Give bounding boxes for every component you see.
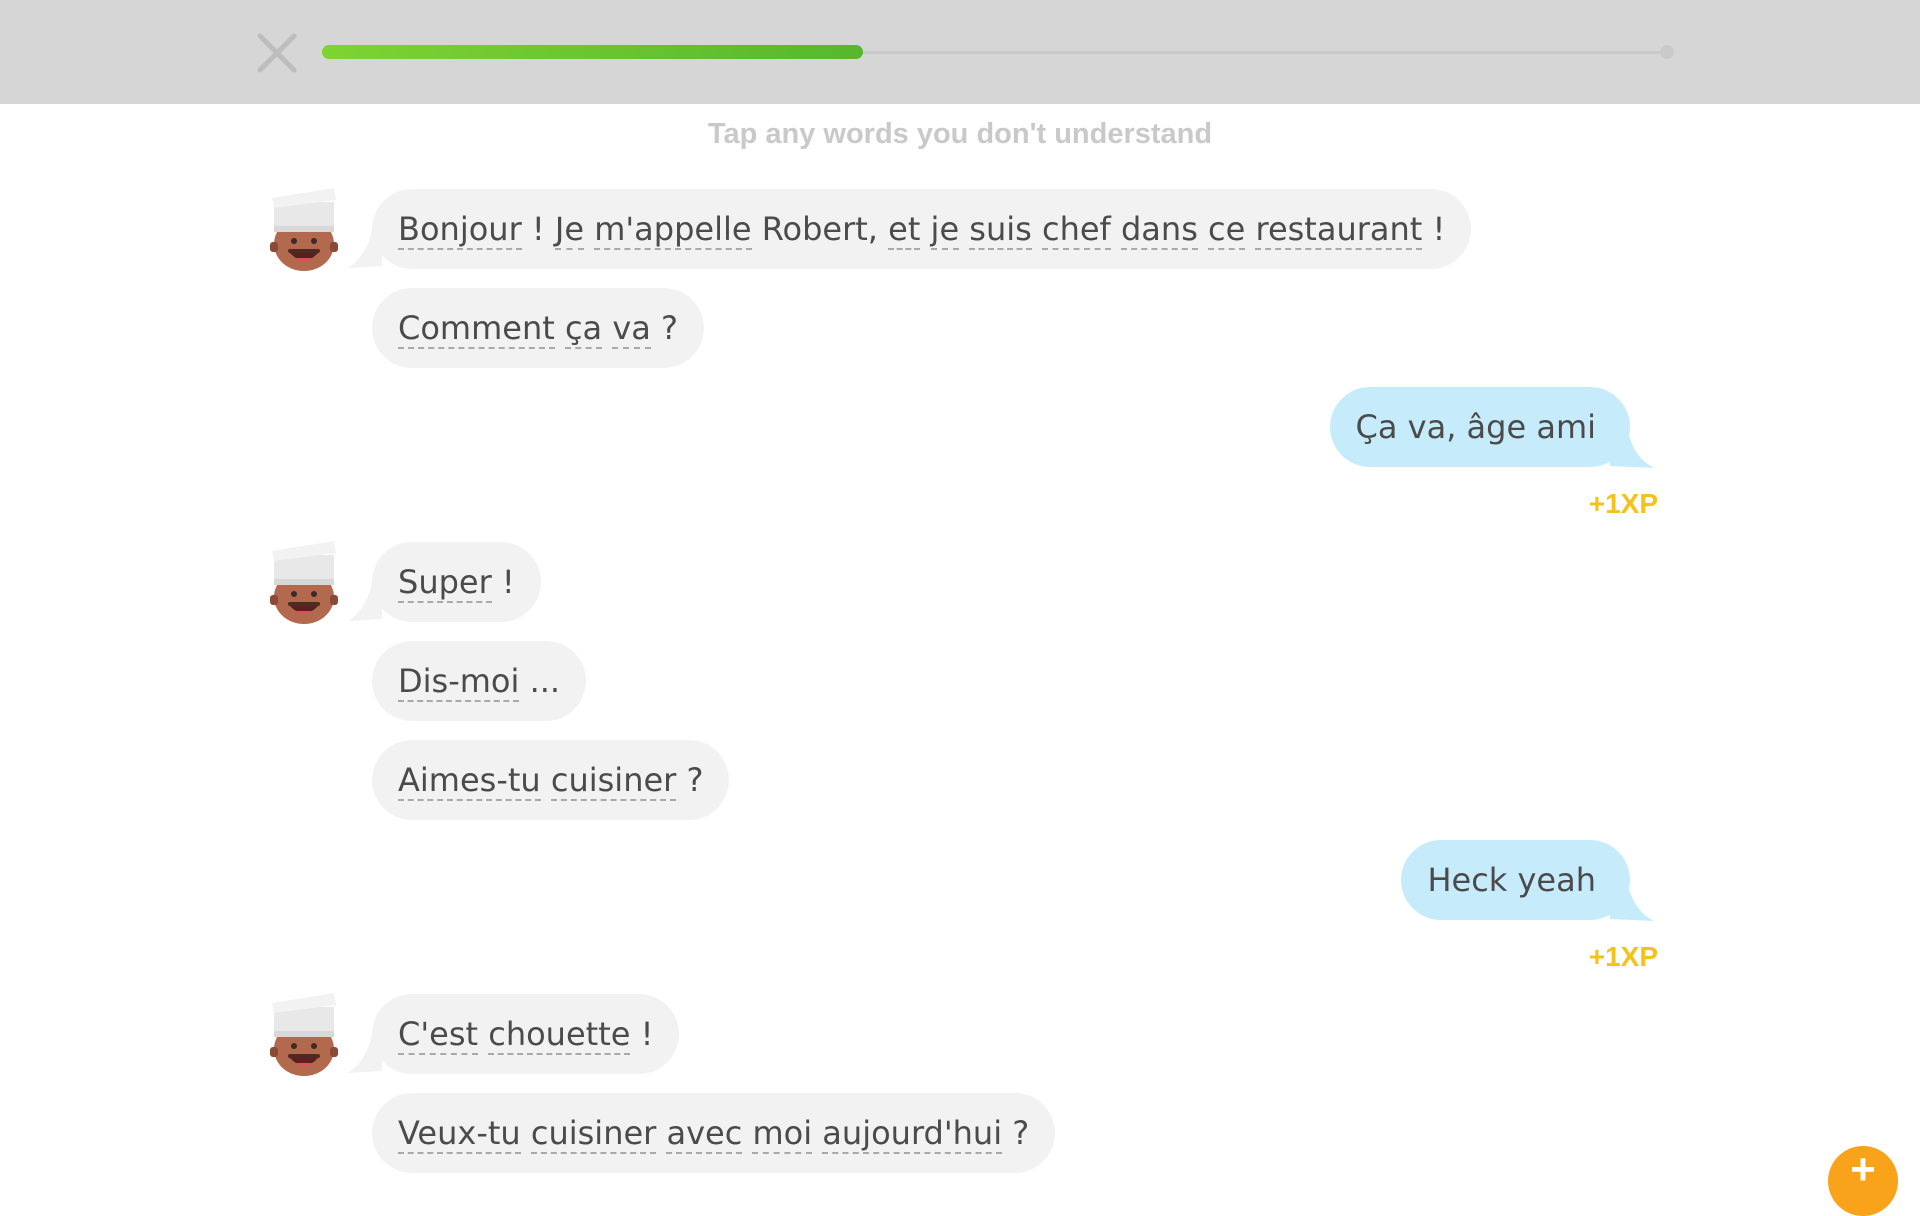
tappable-word[interactable]: va bbox=[612, 309, 651, 349]
tappable-word[interactable]: ça bbox=[564, 309, 603, 349]
word-separator bbox=[742, 1114, 752, 1152]
npc-message: Comment ça va ? bbox=[372, 288, 705, 368]
tappable-word[interactable]: avec bbox=[666, 1114, 743, 1154]
word-separator: ? bbox=[650, 309, 679, 347]
word-separator: ? bbox=[1002, 1114, 1030, 1152]
word-separator bbox=[1198, 210, 1208, 248]
npc-message: Aimes-tu cuisiner ? bbox=[372, 740, 730, 820]
add-button[interactable]: + bbox=[1828, 1146, 1898, 1216]
word-separator: ! bbox=[1422, 210, 1446, 248]
npc-message: Veux-tu cuisiner avec moi aujourd'hui ? bbox=[372, 1093, 1056, 1173]
npc-message: Super ! bbox=[372, 542, 541, 622]
word-separator: ! bbox=[491, 563, 515, 601]
word-separator: ! bbox=[630, 1015, 654, 1053]
reply-bubble-tail bbox=[1610, 873, 1654, 921]
npc-message: C'est chouette ! bbox=[372, 994, 680, 1074]
word-separator bbox=[602, 309, 612, 347]
tappable-word[interactable]: Aimes-tu bbox=[398, 761, 541, 801]
tappable-word[interactable]: Veux-tu bbox=[398, 1114, 521, 1154]
lesson-progress-bar bbox=[322, 45, 1674, 59]
tappable-word[interactable]: dans bbox=[1120, 210, 1198, 250]
tappable-word[interactable]: chef bbox=[1041, 210, 1111, 250]
tappable-word[interactable]: cuisiner bbox=[530, 1114, 657, 1154]
reply-bubble-tail bbox=[1610, 420, 1654, 468]
progress-end-dot bbox=[1660, 45, 1674, 59]
tappable-word[interactable]: moi bbox=[752, 1114, 813, 1154]
word-separator bbox=[656, 1114, 666, 1152]
xp-badge: +1XP bbox=[1588, 488, 1658, 519]
tappable-word[interactable]: et bbox=[888, 210, 921, 250]
tappable-word[interactable]: cuisiner bbox=[550, 761, 677, 801]
chef-robert-icon bbox=[270, 541, 338, 624]
tappable-word[interactable]: Dis-moi bbox=[398, 662, 520, 702]
instruction-hint: Tap any words you don't understand bbox=[707, 118, 1213, 150]
word-separator: ! bbox=[521, 210, 555, 248]
word-separator bbox=[920, 210, 930, 248]
close-button[interactable] bbox=[252, 28, 302, 78]
tappable-word[interactable]: Super bbox=[398, 563, 492, 603]
word-separator bbox=[584, 210, 594, 248]
word-separator bbox=[959, 210, 969, 248]
tappable-word[interactable]: suis bbox=[969, 210, 1032, 250]
tappable-word[interactable]: aujourd'hui bbox=[822, 1114, 1003, 1154]
chef-robert-icon bbox=[270, 188, 338, 271]
chef-robert-icon bbox=[270, 993, 338, 1076]
top-bar bbox=[0, 0, 1920, 104]
progress-fill bbox=[322, 45, 863, 59]
word-separator bbox=[1245, 210, 1255, 248]
chef-avatar bbox=[270, 186, 340, 272]
tappable-word[interactable]: Je bbox=[554, 210, 585, 250]
tappable-word[interactable]: C'est bbox=[398, 1015, 479, 1055]
word-separator: Robert, bbox=[751, 210, 889, 248]
xp-badge: +1XP bbox=[1588, 941, 1658, 972]
word-separator bbox=[521, 1114, 531, 1152]
npc-message: Dis-moi ... bbox=[372, 641, 587, 721]
word-separator bbox=[1111, 210, 1121, 248]
word-separator bbox=[1032, 210, 1042, 248]
chef-avatar bbox=[270, 539, 340, 625]
user-reply-message: Heck yeah bbox=[1401, 840, 1630, 920]
word-separator bbox=[541, 761, 551, 799]
tappable-word[interactable]: je bbox=[930, 210, 960, 250]
tappable-word[interactable]: m'appelle bbox=[594, 210, 752, 250]
word-separator: ? bbox=[676, 761, 704, 799]
user-reply-message: Ça va, âge ami bbox=[1329, 387, 1630, 467]
word-separator bbox=[555, 309, 565, 347]
word-separator bbox=[478, 1015, 488, 1053]
npc-message: Bonjour ! Je m'appelle Robert, et je sui… bbox=[372, 189, 1472, 269]
word-separator bbox=[812, 1114, 822, 1152]
plus-icon: + bbox=[1850, 1146, 1876, 1194]
tappable-word[interactable]: Bonjour bbox=[398, 210, 522, 250]
tappable-word[interactable]: restaurant bbox=[1255, 210, 1423, 250]
tappable-word[interactable]: ce bbox=[1208, 210, 1246, 250]
tappable-word[interactable]: Comment bbox=[398, 309, 555, 349]
word-separator: ... bbox=[519, 662, 561, 700]
tappable-word[interactable]: chouette bbox=[488, 1015, 631, 1055]
close-x-icon bbox=[257, 33, 297, 73]
chef-avatar bbox=[270, 991, 340, 1077]
